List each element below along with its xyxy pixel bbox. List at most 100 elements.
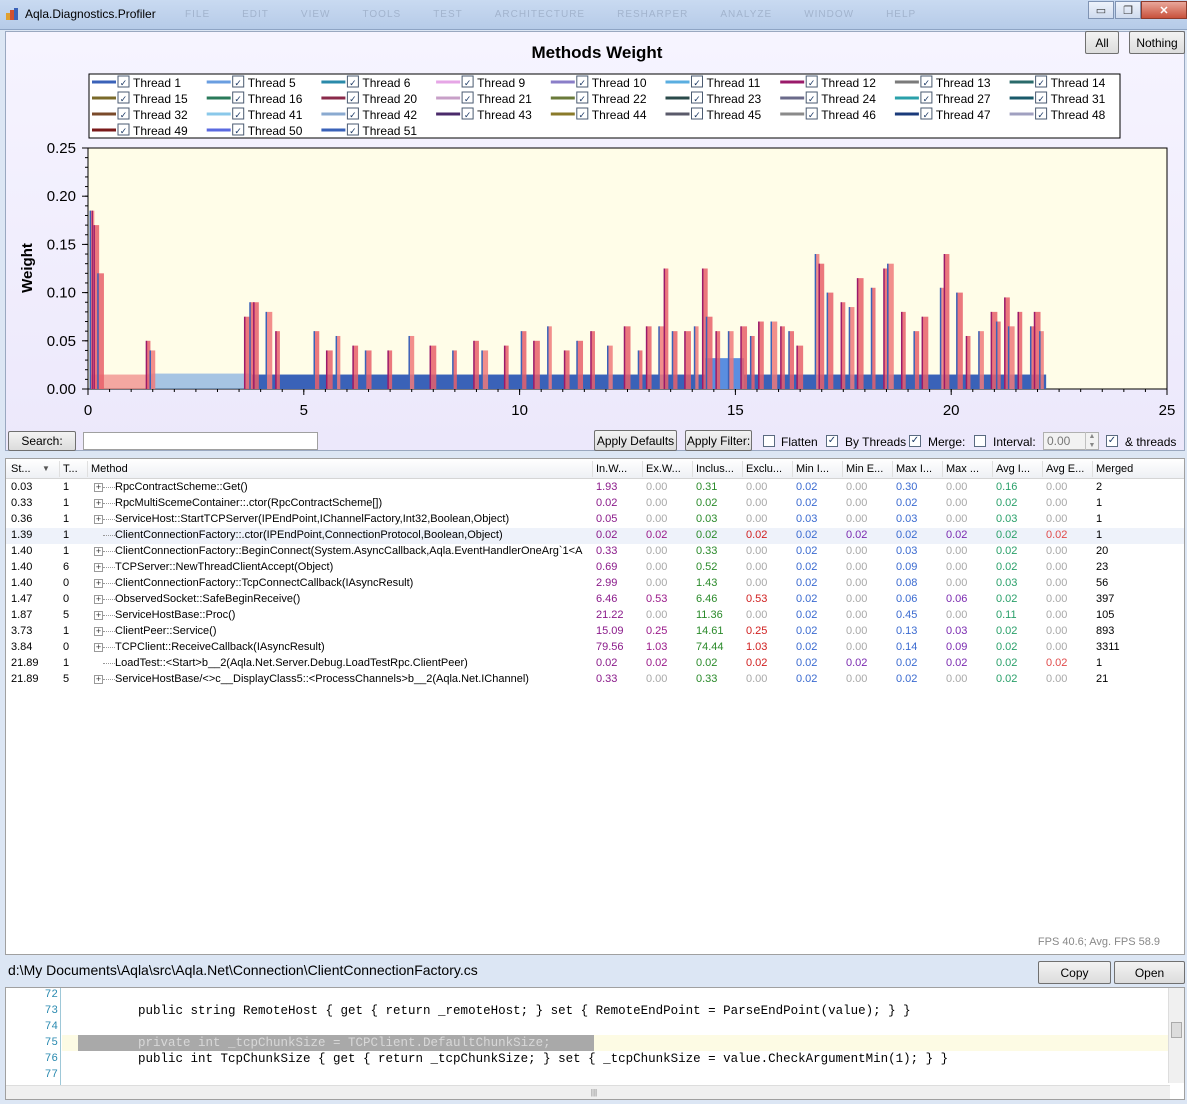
close-icon: ✕	[1159, 4, 1169, 17]
vertical-scrollbar[interactable]	[1168, 988, 1184, 1083]
expand-node-icon[interactable]: +	[94, 611, 103, 620]
expand-node-icon[interactable]: +	[94, 515, 103, 524]
column-separator[interactable]	[59, 461, 60, 477]
column-header[interactable]: Avg I...	[996, 463, 1042, 475]
spike-bar	[956, 292, 963, 389]
copy-button[interactable]: Copy	[1038, 961, 1111, 984]
apply-filter-button[interactable]: Apply Filter:	[685, 430, 752, 451]
table-row[interactable]: 1.47 0 + ObservedSocket::SafeBeginReceive()…	[6, 592, 1184, 608]
column-header[interactable]: Exclu...	[746, 463, 792, 475]
source-code-viewer[interactable]: 72 73 74 75 76 77 public string RemoteHost { …	[5, 987, 1185, 1100]
expand-node-icon[interactable]: +	[94, 579, 103, 588]
legend-label: Thread 20	[362, 92, 417, 106]
method-name-cell: ServiceHost::StartTCPServer(IPEndPoint,I…	[115, 513, 510, 525]
expand-node-icon[interactable]: +	[94, 643, 103, 652]
column-header[interactable]: Avg E...	[1046, 463, 1092, 475]
minimize-button[interactable]: ▭	[1088, 1, 1114, 19]
expand-node-icon[interactable]: +	[94, 595, 103, 604]
x-tick-label: 5	[300, 402, 308, 419]
methods-table: St... T... Method In.W... Ex.W... Inclus... Ex…	[5, 458, 1185, 955]
column-separator[interactable]	[692, 461, 693, 477]
mini-cell: 0.02	[796, 641, 818, 653]
spike-bar	[482, 350, 489, 389]
vertical-scroll-thumb[interactable]	[1171, 1022, 1182, 1038]
excl-cell: 0.00	[746, 497, 768, 509]
column-separator[interactable]	[642, 461, 643, 477]
by-threads-checkbox[interactable]: ✓	[826, 435, 838, 447]
column-header[interactable]: T...	[63, 463, 83, 475]
column-separator[interactable]	[892, 461, 893, 477]
apply-defaults-button[interactable]: Apply Defaults	[594, 430, 677, 451]
search-input[interactable]	[83, 432, 318, 450]
avgi-cell: 0.02	[996, 625, 1018, 637]
column-header[interactable]: Max ...	[946, 463, 992, 475]
column-separator[interactable]	[1042, 461, 1043, 477]
column-header[interactable]: Ex.W...	[646, 463, 692, 475]
column-separator[interactable]	[742, 461, 743, 477]
and-threads-label: & threads	[1125, 435, 1177, 449]
search-button[interactable]: Search:	[8, 431, 76, 451]
spike-bar	[266, 311, 273, 389]
expand-node-icon[interactable]: +	[94, 547, 103, 556]
column-separator[interactable]	[592, 461, 593, 477]
column-header[interactable]: Inclus...	[696, 463, 742, 475]
table-row[interactable]: 1.87 5 + ServiceHostBase::Proc() 21.22 0.00 11…	[6, 608, 1184, 624]
column-header[interactable]: Method	[91, 463, 589, 475]
column-header[interactable]: Min I...	[796, 463, 842, 475]
maxi-cell: 0.09	[896, 561, 918, 573]
column-header[interactable]: Merged	[1096, 463, 1156, 475]
table-row[interactable]: 3.84 0 + TCPClient::ReceiveCallback(IAsyncR…	[6, 640, 1184, 656]
open-button[interactable]: Open	[1114, 961, 1185, 984]
column-header[interactable]: In.W...	[596, 463, 642, 475]
interval-spinner[interactable]: ▲ ▼	[1085, 432, 1098, 450]
table-row[interactable]: 0.03 1 + RpcContractScheme::Get() 1.93 0.00 0.…	[6, 480, 1184, 496]
and-threads-checkbox[interactable]: ✓	[1106, 435, 1118, 447]
interval-checkbox[interactable]	[974, 435, 986, 447]
column-header[interactable]: Max I...	[896, 463, 942, 475]
table-row[interactable]: 0.36 1 + ServiceHost::StartTCPServer(IPEndP…	[6, 512, 1184, 528]
interval-label: Interval:	[993, 435, 1036, 449]
legend-label: Thread 22	[592, 92, 647, 106]
column-separator[interactable]	[842, 461, 843, 477]
legend-label: Thread 9	[477, 76, 525, 90]
tree-connector	[103, 615, 115, 616]
expand-node-icon[interactable]: +	[94, 627, 103, 636]
restore-button[interactable]: ❐	[1115, 1, 1141, 19]
methods-weight-chart-panel[interactable]: Methods Weight ✓ Thread 1 ✓ Thread 5 ✓ Thread …	[5, 31, 1185, 451]
table-row[interactable]: 21.89 5 + ServiceHostBase/<>c__DisplayClass…	[6, 672, 1184, 688]
expand-node-icon[interactable]: +	[94, 483, 103, 492]
horizontal-scrollbar[interactable]: |||	[6, 1085, 1170, 1099]
table-row[interactable]: 1.40 1 + ClientConnectionFactory::BeginConn…	[6, 544, 1184, 560]
legend-check-icon: ✓	[808, 111, 816, 121]
fps-counter: FPS 40.6; Avg. FPS 58.9	[1037, 936, 1160, 948]
avge-cell: 0.00	[1046, 625, 1068, 637]
table-row[interactable]: 0.33 1 + RpcMultiScemeContainer::.ctor(RpcC…	[6, 496, 1184, 512]
column-separator[interactable]	[942, 461, 943, 477]
table-row[interactable]: 3.73 1 + ClientPeer::Service() 15.09 0.25 14.6…	[6, 624, 1184, 640]
incl-cell: 1.43	[696, 577, 718, 589]
table-row[interactable]: 1.40 0 + ClientConnectionFactory::TcpConnec…	[6, 576, 1184, 592]
column-separator[interactable]	[1092, 461, 1093, 477]
column-separator[interactable]	[792, 461, 793, 477]
methods-weight-chart[interactable]: Methods Weight ✓ Thread 1 ✓ Thread 5 ✓ Thread …	[6, 32, 1186, 452]
close-button[interactable]: ✕	[1141, 1, 1187, 19]
ghost-menu-item: EDIT	[242, 9, 269, 20]
table-row[interactable]: 1.39 1 ClientConnectionFactory::.ctor(IPEn…	[6, 528, 1184, 544]
table-row[interactable]: 1.40 6 + TCPServer::NewThreadClientAccept(O…	[6, 560, 1184, 576]
flatten-checkbox[interactable]	[763, 435, 775, 447]
horizontal-scroll-thumb[interactable]: |||	[579, 1088, 609, 1097]
mine-cell: 0.00	[846, 641, 868, 653]
column-separator[interactable]	[992, 461, 993, 477]
expand-node-icon[interactable]: +	[94, 563, 103, 572]
expand-node-icon[interactable]: +	[94, 499, 103, 508]
tree-connector	[103, 599, 115, 600]
select-no-threads-button[interactable]: Nothing	[1129, 31, 1185, 54]
column-separator[interactable]	[87, 461, 88, 477]
tree-connector	[103, 487, 115, 488]
incl-cell: 0.33	[696, 673, 718, 685]
select-all-threads-button[interactable]: All	[1085, 31, 1119, 54]
merge-checkbox[interactable]: ✓	[909, 435, 921, 447]
column-header[interactable]: Min E...	[846, 463, 892, 475]
table-row[interactable]: 21.89 1 LoadTest::<Start>b__2(Aqla.Net.Ser…	[6, 656, 1184, 672]
expand-node-icon[interactable]: +	[94, 675, 103, 684]
